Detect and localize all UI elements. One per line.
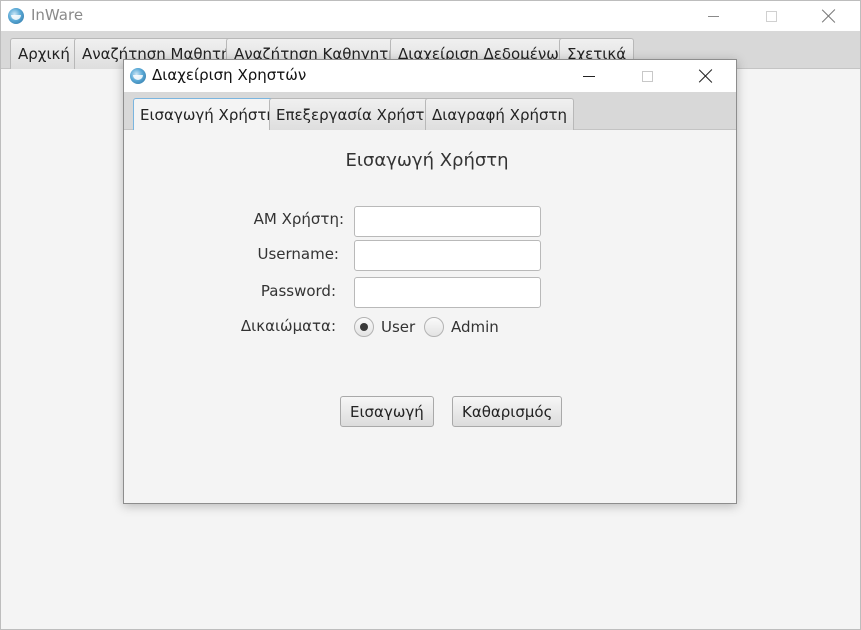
inware-logo-icon <box>8 8 24 24</box>
tab-edit-user[interactable]: Επεξεργασία Χρήστη <box>269 98 441 130</box>
password-label: Password: <box>260 282 336 300</box>
insert-user-panel: Εισαγωγή Χρήστη AM Χρήστη: Username: Pas… <box>124 130 736 503</box>
dialog-maximize-button[interactable] <box>618 60 676 92</box>
am-input[interactable] <box>354 206 541 237</box>
maximize-icon <box>641 70 653 82</box>
dialog-titlebar[interactable]: Διαχείριση Χρηστών <box>124 60 736 92</box>
close-icon <box>822 9 836 23</box>
tab-insert-user[interactable]: Εισαγωγή Χρήστη <box>133 98 283 131</box>
admin-radio[interactable] <box>424 317 444 337</box>
username-input[interactable] <box>354 240 541 271</box>
dialog-title: Διαχείριση Χρηστών <box>152 66 307 84</box>
app-title: InWare <box>31 6 84 24</box>
main-close-button[interactable] <box>800 1 858 31</box>
main-titlebar: InWare <box>1 1 860 31</box>
minimize-icon <box>583 75 595 77</box>
close-icon <box>699 69 713 83</box>
tab-home[interactable]: Αρχική <box>10 38 78 69</box>
dialog-tab-bar: Εισαγωγή Χρήστη Επεξεργασία Χρήστη Διαγρ… <box>124 92 736 131</box>
user-management-dialog: Διαχείριση Χρηστών Εισαγωγή Χρήστη Επεξε… <box>123 59 737 504</box>
user-radio-label: User <box>381 318 416 336</box>
clear-button[interactable]: Καθαρισμός <box>452 396 563 427</box>
tab-delete-user[interactable]: Διαγραφή Χρήστη <box>425 98 575 130</box>
form-heading: Εισαγωγή Χρήστη <box>345 150 509 171</box>
password-input[interactable] <box>354 277 541 308</box>
main-maximize-button[interactable] <box>742 1 800 31</box>
inware-logo-icon <box>130 68 146 84</box>
admin-radio-label: Admin <box>451 318 499 336</box>
dialog-close-button[interactable] <box>677 60 735 92</box>
user-radio[interactable] <box>354 317 374 337</box>
maximize-icon <box>765 10 777 22</box>
main-minimize-button[interactable] <box>684 1 742 31</box>
username-label: Username: <box>257 245 339 263</box>
am-label: AM Χρήστη: <box>253 210 344 228</box>
minimize-icon <box>707 15 719 17</box>
dialog-minimize-button[interactable] <box>560 60 618 92</box>
rights-label: Δικαιώματα: <box>240 317 336 335</box>
insert-button[interactable]: Εισαγωγή <box>340 396 434 427</box>
